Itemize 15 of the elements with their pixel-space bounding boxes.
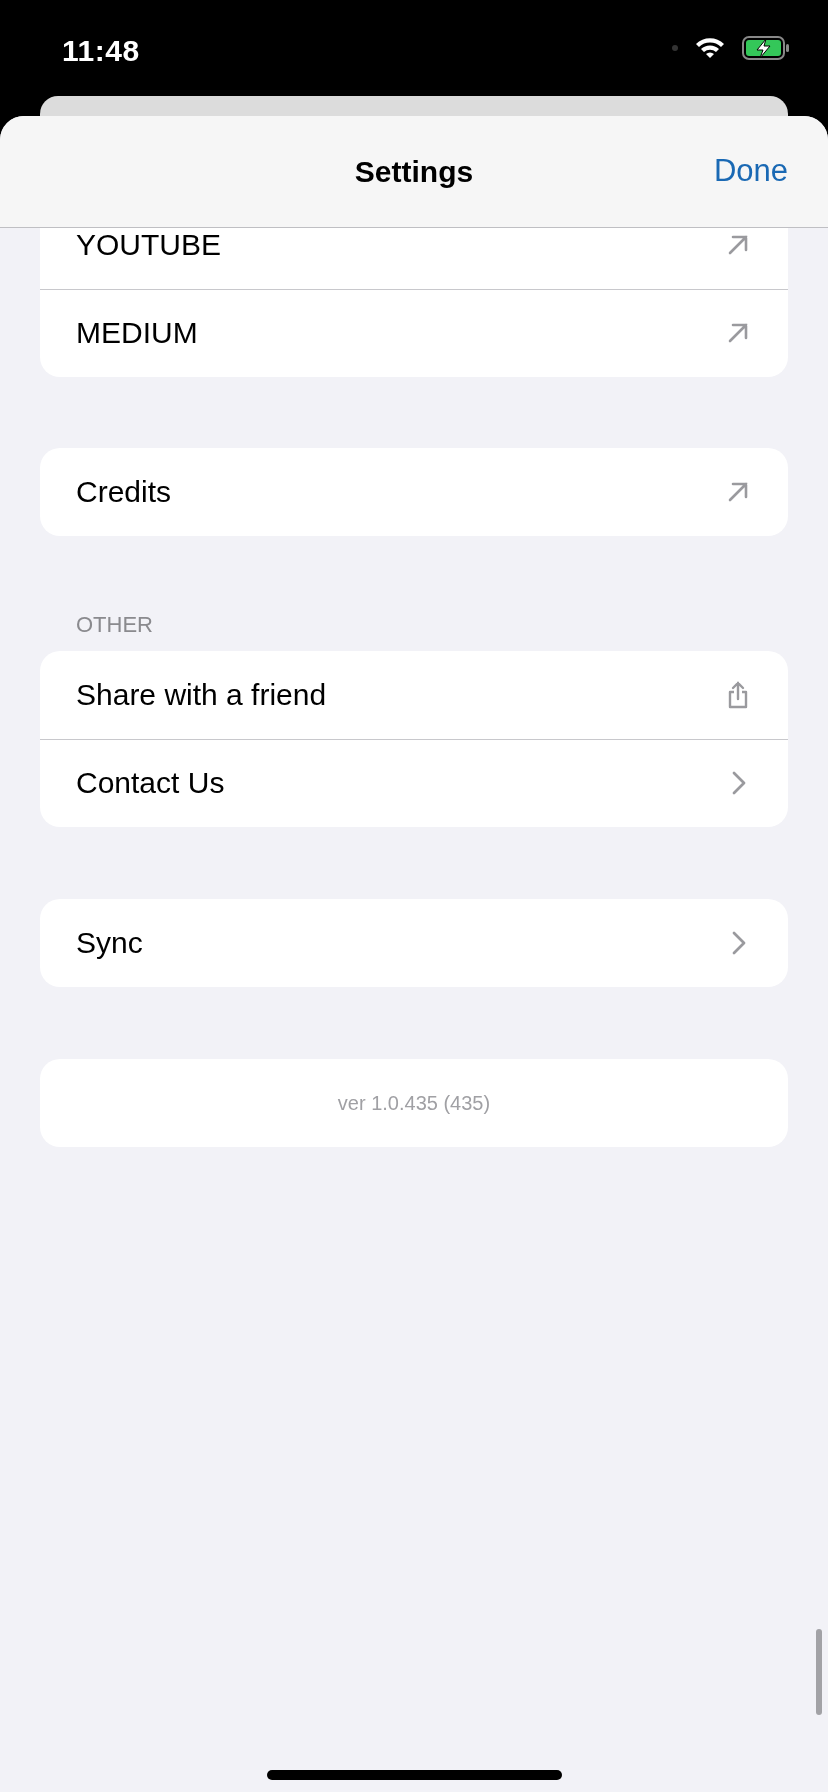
home-indicator[interactable]	[267, 1770, 562, 1780]
row-label[interactable]: Contact Us	[76, 768, 225, 798]
clock-time: 11:48	[62, 32, 140, 69]
nav-title: Settings	[354, 154, 474, 190]
row-label[interactable]: Sync	[76, 928, 143, 958]
row-label[interactable]: YOUTUBE	[76, 230, 222, 260]
camera-dot-icon	[672, 45, 678, 51]
done-button[interactable]: Done	[713, 148, 788, 195]
version-text: ver 1.0.435 (435)	[337, 1091, 491, 1116]
row-label[interactable]: MEDIUM	[76, 318, 198, 348]
row-label[interactable]: Credits	[76, 477, 172, 507]
battery-icon	[742, 36, 790, 60]
section-header: OTHER	[76, 612, 153, 637]
wifi-icon	[694, 36, 726, 60]
row-label[interactable]: Share with a friend	[76, 680, 327, 710]
